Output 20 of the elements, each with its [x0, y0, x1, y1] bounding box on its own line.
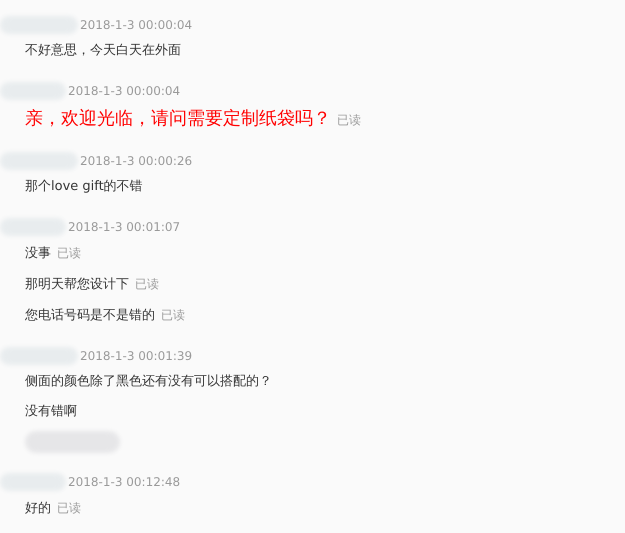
read-status: 已读	[57, 500, 81, 517]
message-timestamp: 2018-1-3 00:01:07	[68, 220, 180, 234]
message-timestamp: 2018-1-3 00:12:48	[68, 475, 180, 489]
message-timestamp: 2018-1-3 00:00:26	[80, 154, 192, 168]
read-status: 已读	[135, 276, 159, 293]
message-timestamp: 2018-1-3 00:01:39	[80, 349, 192, 363]
message-text: 不好意思，今天白天在外面	[25, 42, 181, 60]
read-status: 已读	[337, 112, 361, 129]
message-text: 那明天帮您设计下	[25, 276, 129, 294]
message-text: 那个love gift的不错	[25, 178, 143, 196]
message-text: 您电话号码是不是错的	[25, 307, 155, 325]
message-text: 亲，欢迎光临，请问需要定制纸袋吗？	[25, 107, 331, 131]
message-timestamp: 2018-1-3 00:00:04	[80, 18, 192, 32]
message-text: 侧面的颜色除了黑色还有没有可以搭配的？	[25, 373, 272, 391]
message-text: 没有错啊	[25, 403, 77, 421]
message-timestamp: 2018-1-3 00:00:04	[68, 84, 180, 98]
message-text: 好的	[25, 500, 51, 518]
message-text: 没事	[25, 245, 51, 263]
read-status: 已读	[161, 307, 185, 324]
read-status: 已读	[57, 245, 81, 262]
